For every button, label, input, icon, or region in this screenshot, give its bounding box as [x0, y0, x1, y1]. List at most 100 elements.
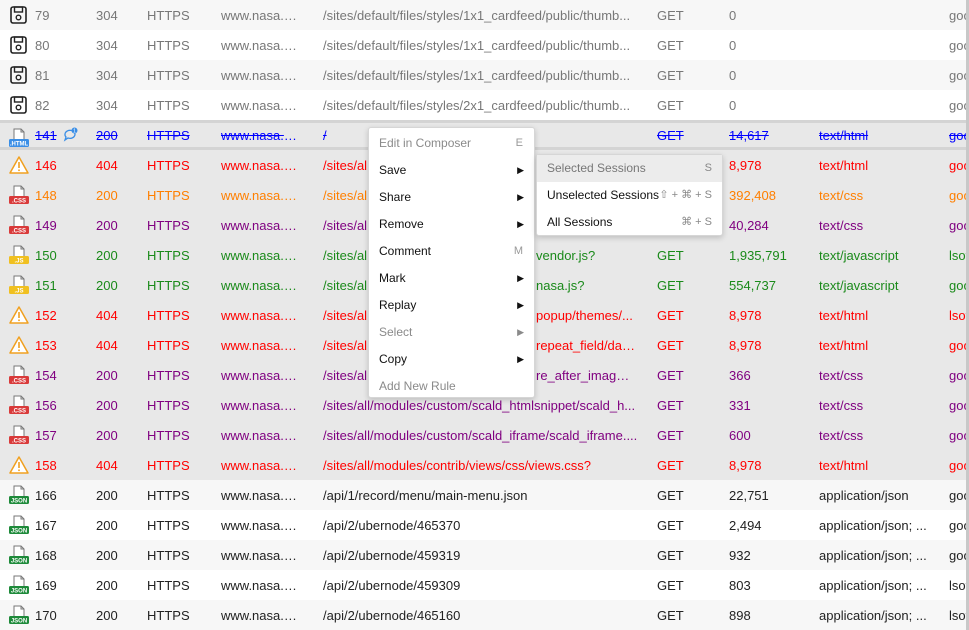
table-row[interactable]: 80 304 HTTPS www.nasa.g... /sites/default/fi… — [0, 30, 966, 60]
submenu-arrow-icon: ▶ — [517, 165, 524, 175]
protocol-cell: HTTPS — [147, 68, 190, 83]
process-cell: goo — [949, 338, 966, 353]
method-cell: GET — [657, 458, 684, 473]
submenu-item-label: Unselected Sessions — [547, 188, 660, 202]
content-type-cell: text/html — [819, 158, 869, 173]
menu-item-remove[interactable]: Remove ▶ — [369, 211, 534, 238]
protocol-cell: HTTPS — [147, 98, 190, 113]
table-row[interactable]: JSON 168 200 HTTPS www.nasa.g... /api/2/ubern… — [0, 540, 966, 570]
method-cell: GET — [657, 128, 684, 143]
menu-item-replay[interactable]: Replay ▶ — [369, 292, 534, 319]
table-row[interactable]: JSON 170 200 HTTPS www.nasa.g... /api/2/ubern… — [0, 600, 966, 630]
submenu-arrow-icon: ▶ — [517, 219, 524, 229]
session-id-cell: 79 — [35, 8, 50, 23]
process-cell: goo — [949, 458, 966, 473]
method-cell: GET — [657, 428, 684, 443]
session-id-cell: 168 — [35, 548, 57, 563]
host-cell: www.nasa.g... — [221, 98, 301, 113]
body-size-cell: 8,978 — [729, 458, 762, 473]
submenu-item-shortcut: ⌘ + S — [681, 216, 712, 228]
method-cell: GET — [657, 308, 684, 323]
menu-item-save[interactable]: Save ▶ — [369, 157, 534, 184]
menu-item-mark[interactable]: Mark ▶ — [369, 265, 534, 292]
submenu-item-selected-sessions[interactable]: Selected Sessions S — [537, 155, 722, 182]
method-cell: GET — [657, 368, 684, 383]
process-cell: goo — [949, 8, 966, 23]
body-size-cell: 8,978 — [729, 308, 762, 323]
comment-count: 1 — [73, 129, 76, 135]
path-cell-visible-end: vendor.js? — [536, 248, 596, 263]
path-cell-visible-end: re_after_image/... — [536, 368, 636, 383]
body-size-cell: 0 — [729, 38, 737, 53]
floppy-icon — [8, 5, 30, 25]
svg-text:JSON: JSON — [11, 619, 27, 625]
table-row[interactable]: JSON 166 200 HTTPS www.nasa.g... /api/1/recor… — [0, 480, 966, 510]
status-code-cell: 404 — [96, 308, 118, 323]
protocol-cell: HTTPS — [147, 278, 190, 293]
menu-item-label: Comment — [379, 244, 432, 258]
host-cell: www.nasa.g... — [221, 8, 301, 23]
menu-item-label: Mark — [379, 271, 406, 285]
body-size-cell: 898 — [729, 608, 751, 623]
status-code-cell: 304 — [96, 68, 118, 83]
menu-item-label: Add New Rule — [379, 379, 456, 393]
menu-item-edit-in-composer[interactable]: Edit in Composer E — [369, 130, 534, 157]
body-size-cell: 366 — [729, 368, 751, 383]
table-row[interactable]: 79 304 HTTPS www.nasa.g... /sites/default/fi… — [0, 0, 966, 30]
session-id-cell: 80 — [35, 38, 50, 53]
menu-item-select[interactable]: Select ▶ — [369, 319, 534, 346]
svg-text:.JS: .JS — [14, 289, 23, 295]
session-id-cell: 156 — [35, 398, 57, 413]
method-cell: GET — [657, 518, 684, 533]
floppy-icon — [8, 65, 30, 85]
content-type-cell: application/json; ... — [819, 518, 927, 533]
status-code-cell: 304 — [96, 38, 118, 53]
host-cell: www.nasa.g... — [221, 158, 301, 173]
svg-text:.CSS: .CSS — [12, 379, 26, 385]
menu-item-add-new-rule[interactable]: Add New Rule — [369, 373, 534, 400]
body-size-cell: 554,737 — [729, 278, 776, 293]
submenu-item-unselected-sessions[interactable]: Unselected Sessions ⇧ + ⌘ + S — [537, 182, 722, 209]
method-cell: GET — [657, 578, 684, 593]
json-file-icon: JSON — [8, 575, 30, 595]
status-code-cell: 404 — [96, 458, 118, 473]
comment-icon[interactable]: 1 — [62, 127, 78, 143]
body-size-cell: 40,284 — [729, 218, 769, 233]
table-row[interactable]: JSON 167 200 HTTPS www.nasa.g... /api/2/ubern… — [0, 510, 966, 540]
status-code-cell: 200 — [96, 188, 118, 203]
menu-item-share[interactable]: Share ▶ — [369, 184, 534, 211]
session-id-cell: 158 — [35, 458, 57, 473]
table-row[interactable]: 81 304 HTTPS www.nasa.g... /sites/default/fi… — [0, 60, 966, 90]
session-id-cell: 167 — [35, 518, 57, 533]
session-id-cell: 151 — [35, 278, 57, 293]
submenu-item-shortcut: S — [704, 162, 712, 174]
content-type-cell: text/html — [819, 308, 869, 323]
process-cell: goo — [949, 398, 966, 413]
host-cell: www.nasa.g... — [221, 458, 301, 473]
submenu-item-all-sessions[interactable]: All Sessions ⌘ + S — [537, 209, 722, 236]
table-row[interactable]: .CSS 157 200 HTTPS www.nasa.g... /sites/all/m… — [0, 420, 966, 450]
table-row[interactable]: 158 404 HTTPS www.nasa.g... /sites/all/modul… — [0, 450, 966, 480]
protocol-cell: HTTPS — [147, 548, 190, 563]
protocol-cell: HTTPS — [147, 158, 190, 173]
session-id-cell: 166 — [35, 488, 57, 503]
protocol-cell: HTTPS — [147, 398, 190, 413]
status-code-cell: 200 — [96, 128, 118, 143]
submenu-arrow-icon: ▶ — [517, 354, 524, 364]
method-cell: GET — [657, 548, 684, 563]
protocol-cell: HTTPS — [147, 248, 190, 263]
svg-text:.HTML: .HTML — [10, 142, 29, 148]
method-cell: GET — [657, 398, 684, 413]
content-type-cell: text/javascript — [819, 248, 899, 263]
status-code-cell: 200 — [96, 578, 118, 593]
table-row[interactable]: JSON 169 200 HTTPS www.nasa.g... /api/2/ubern… — [0, 570, 966, 600]
warning-icon — [8, 335, 30, 355]
method-cell: GET — [657, 488, 684, 503]
table-row[interactable]: 82 304 HTTPS www.nasa.g... /sites/default/fi… — [0, 90, 966, 120]
host-cell: www.nasa.g... — [221, 518, 301, 533]
menu-item-copy[interactable]: Copy ▶ — [369, 346, 534, 373]
process-cell: goo — [949, 128, 966, 143]
menu-item-comment[interactable]: Comment M — [369, 238, 534, 265]
status-code-cell: 200 — [96, 488, 118, 503]
submenu-arrow-icon: ▶ — [517, 327, 524, 337]
